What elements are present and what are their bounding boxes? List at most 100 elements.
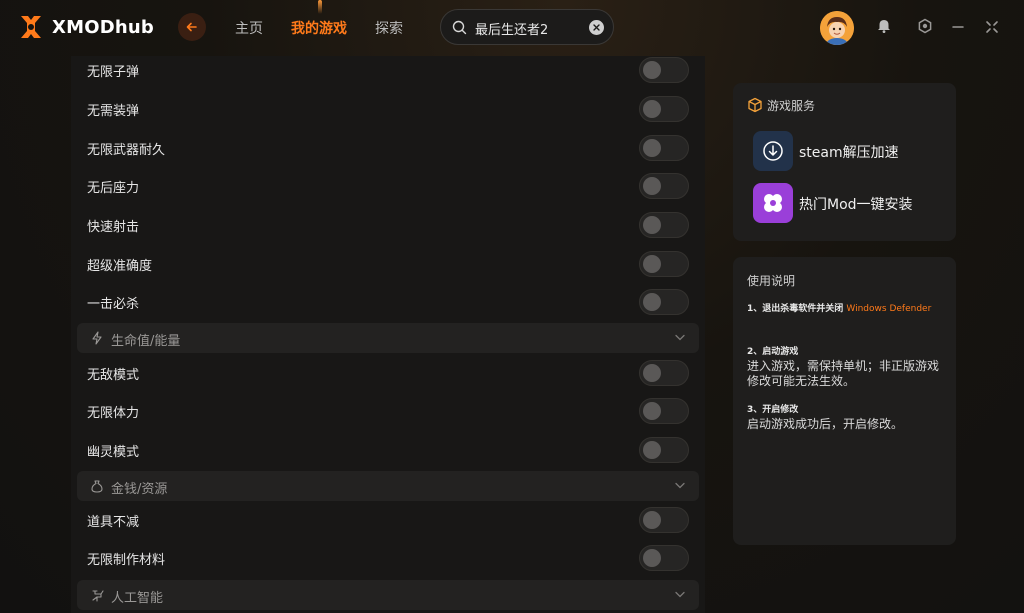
section-title: 人工智能 [111, 591, 164, 606]
app-name: XMODhub [52, 16, 154, 38]
avatar-image [820, 11, 854, 45]
service-icon-box [753, 131, 793, 171]
minimize-icon[interactable] [951, 20, 965, 34]
step-body: 启动游戏成功后，开启修改。 [747, 417, 904, 431]
cheat-label: 无需装弹 [87, 104, 140, 119]
cheat-toggle[interactable] [639, 57, 689, 83]
toggle-knob [643, 402, 661, 420]
service-icon-box [753, 183, 793, 223]
close-icon[interactable] [985, 20, 999, 34]
cheat-toggle[interactable] [639, 135, 689, 161]
package-icon [748, 97, 762, 113]
service-label: steam解压加速 [799, 145, 899, 161]
tab-my-games[interactable]: 我的游戏 [291, 18, 347, 38]
cheat-row: 无限制作材料 [71, 539, 705, 577]
cheat-row: 无限子弹 [71, 56, 705, 89]
cheat-toggle[interactable] [639, 398, 689, 424]
service-mod-install[interactable]: 热门Mod一键安装 [753, 183, 953, 223]
instructions-card: 使用说明 1、退出杀毒软件并关闭 Windows Defender 2、启动游戏… [733, 257, 956, 545]
cheat-row: 快速射击 [71, 206, 705, 244]
cheat-row: 道具不减 [71, 501, 705, 539]
cheat-label: 道具不减 [87, 515, 140, 530]
lightning-icon [92, 331, 102, 345]
cheat-row: 无敌模式 [71, 354, 705, 392]
cheat-toggle[interactable] [639, 360, 689, 386]
cheat-row: 超级准确度 [71, 245, 705, 283]
arrow-left-icon [186, 22, 197, 32]
cheat-label: 一击必杀 [87, 297, 140, 312]
service-label: 热门Mod一键安装 [799, 197, 913, 213]
main-nav: 主页 我的游戏 探索 [235, 18, 403, 38]
money-bag-icon [91, 480, 103, 493]
service-steam-accelerate[interactable]: steam解压加速 [753, 131, 953, 171]
toggle-knob [643, 177, 661, 195]
cheat-label: 无限武器耐久 [87, 143, 166, 158]
cheat-toggle[interactable] [639, 212, 689, 238]
back-button[interactable] [178, 13, 206, 41]
step-heading: 3、开启修改 [747, 405, 799, 415]
cheat-row: 无需装弹 [71, 90, 705, 128]
cheat-toggle[interactable] [639, 96, 689, 122]
services-title: 游戏服务 [767, 99, 816, 113]
cheat-toggle[interactable] [639, 289, 689, 315]
cheat-row: 无限体力 [71, 392, 705, 430]
gear-icon[interactable] [917, 18, 933, 34]
download-icon [763, 141, 783, 161]
cheat-row: 一击必杀 [71, 283, 705, 321]
section-header-ai[interactable]: 人工智能 [77, 580, 699, 610]
toggle-knob [643, 511, 661, 529]
step-body: 进入游戏，需保持单机；非正版游戏修改可能无法生效。 [747, 359, 940, 388]
instruction-step-3: 3、开启修改 启动游戏成功后，开启修改。 [747, 403, 947, 432]
cheat-list-panel[interactable]: 无限子弹 无需装弹 无限武器耐久 无后座力 快速射击 超级准确度 一击必杀 生命… [71, 56, 705, 613]
search-input[interactable]: 最后生还者2 [475, 19, 548, 38]
clear-search-button[interactable] [589, 20, 604, 35]
search-box[interactable]: 最后生还者2 [440, 9, 614, 45]
toggle-knob [643, 61, 661, 79]
section-title: 金钱/资源 [111, 482, 168, 497]
instruction-step-1: 1、退出杀毒软件并关闭 Windows Defender [747, 302, 947, 316]
section-header-money[interactable]: 金钱/资源 [77, 471, 699, 501]
toggle-knob [643, 293, 661, 311]
chevron-down-icon [675, 591, 685, 598]
user-avatar[interactable] [820, 11, 854, 45]
step-heading-text: 1、退出杀毒软件并关闭 [747, 304, 844, 314]
cheat-toggle[interactable] [639, 545, 689, 571]
mod-icon [764, 194, 782, 212]
cheat-label: 无限子弹 [87, 65, 140, 80]
cheat-row: 无限武器耐久 [71, 129, 705, 167]
toggle-knob [643, 364, 661, 382]
cheat-label: 超级准确度 [87, 259, 153, 274]
toggle-knob [643, 549, 661, 567]
ai-robot-icon [92, 590, 104, 602]
cheat-toggle[interactable] [639, 507, 689, 533]
cheat-label: 幽灵模式 [87, 445, 140, 460]
search-icon [452, 20, 467, 35]
cheat-label: 快速射击 [87, 220, 140, 235]
clear-icon [593, 24, 600, 31]
chevron-down-icon [675, 482, 685, 489]
instruction-step-2: 2、启动游戏 进入游戏，需保持单机；非正版游戏修改可能无法生效。 [747, 345, 947, 389]
toggle-knob [643, 255, 661, 273]
cheat-toggle[interactable] [639, 437, 689, 463]
instructions-title: 使用说明 [747, 274, 796, 288]
cheat-toggle[interactable] [639, 173, 689, 199]
top-bar: XMODhub 主页 我的游戏 探索 最后生还者2 [0, 0, 1024, 56]
step-highlight: Windows Defender [846, 304, 932, 314]
toggle-knob [643, 216, 661, 234]
bell-icon[interactable] [876, 18, 892, 34]
toggle-knob [643, 100, 661, 118]
section-header-health[interactable]: 生命值/能量 [77, 323, 699, 353]
cheat-label: 无限制作材料 [87, 553, 166, 568]
game-services-card: 游戏服务 steam解压加速 热门Mod一键安装 [733, 83, 956, 241]
xmod-logo-icon [21, 16, 41, 38]
section-title: 生命值/能量 [111, 334, 181, 349]
cheat-label: 无敌模式 [87, 368, 140, 383]
cheat-toggle[interactable] [639, 251, 689, 277]
step-heading: 2、启动游戏 [747, 347, 799, 357]
cheat-row: 无后座力 [71, 167, 705, 205]
tab-explore[interactable]: 探索 [375, 18, 403, 38]
chevron-down-icon [675, 334, 685, 341]
toggle-knob [643, 139, 661, 157]
app-logo[interactable]: XMODhub [18, 14, 154, 40]
tab-home[interactable]: 主页 [235, 18, 263, 38]
